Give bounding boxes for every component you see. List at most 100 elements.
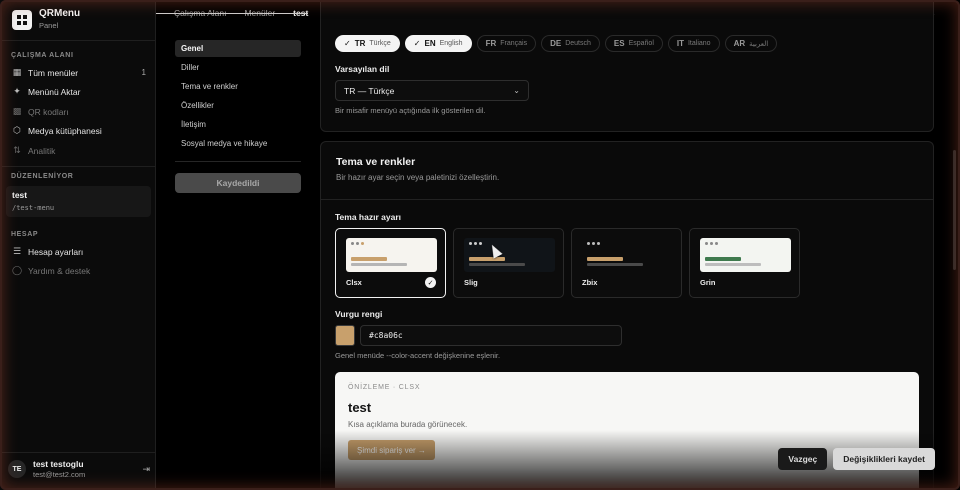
preset-swatch xyxy=(700,238,791,272)
preset-card-zbix[interactable]: Zbix xyxy=(571,228,682,298)
cancel-button[interactable]: Vazgeç xyxy=(778,448,828,470)
default-language-label: Varsayılan dil xyxy=(335,64,390,74)
preview-description: Kısa açıklama burada görünecek. xyxy=(348,420,468,429)
editing-menu-path: /test-menu xyxy=(12,204,55,212)
accent-color-label: Vurgu rengi xyxy=(335,309,383,319)
accent-color-swatch[interactable] xyxy=(335,325,355,346)
theme-panel-header: Tema ve renkler Bir hazır ayar seçin vey… xyxy=(321,142,933,200)
settings-tab-theme[interactable]: Tema ve renkler xyxy=(175,78,301,95)
settings-tab-features[interactable]: Özellikler xyxy=(175,97,301,114)
preset-text-bar xyxy=(705,263,761,266)
theme-presets: Clsx ✓ Slig Zbix Grin xyxy=(335,228,800,298)
settings-tab-contact[interactable]: İletişim xyxy=(175,116,301,133)
preset-swatch xyxy=(346,238,437,272)
language-name: English xyxy=(439,40,463,47)
footer-actions: Vazgeç Değişiklikleri kaydet xyxy=(778,448,935,470)
sidebar-item-help[interactable]: ◯ Yardım & destek xyxy=(8,262,150,279)
app-subtitle: Panel xyxy=(39,21,59,30)
grid-icon: ▦ xyxy=(12,67,22,77)
language-code: TR xyxy=(354,39,366,48)
sidebar-item-account-settings[interactable]: ☰ Hesap ayarları xyxy=(8,243,150,260)
user-profile[interactable]: TE test testoglu test@test2.com ⇥ xyxy=(8,459,150,479)
saved-button[interactable]: Kaydedildi xyxy=(175,173,301,193)
sidebar-item-analytics[interactable]: ⇅ Analitik xyxy=(8,142,150,159)
sidebar-item-label: Analitik xyxy=(28,145,56,156)
sidebar-item-qr-codes[interactable]: ▩ QR kodları xyxy=(8,103,150,120)
language-name: Türkçe xyxy=(369,40,391,47)
section-account: HESAP xyxy=(11,231,39,238)
breadcrumb-strike xyxy=(156,13,309,14)
settings-icon: ☰ xyxy=(12,246,22,256)
preset-name: Clsx xyxy=(346,278,362,287)
scrollbar[interactable] xyxy=(953,150,956,270)
app-name: QRMenu xyxy=(39,8,81,19)
preset-dots xyxy=(705,242,718,245)
preview-tag: ÖNİZLEME · CLSX xyxy=(348,384,421,391)
language-name: Français xyxy=(500,40,528,47)
default-language-select[interactable]: TR — Türkçe ⌄ xyxy=(335,80,529,101)
divider xyxy=(0,452,156,453)
breadcrumb: Çalışma Alanı Menüler test xyxy=(156,8,309,18)
accent-color-value: #c8a06c xyxy=(369,331,403,340)
language-code: ES xyxy=(613,39,625,48)
theme-preset-label: Tema hazır ayarı xyxy=(335,212,401,222)
language-chip-it[interactable]: IT Italiano xyxy=(667,35,720,52)
accent-color-input[interactable]: #c8a06c xyxy=(360,325,622,346)
settings-tab-languages[interactable]: Diller xyxy=(175,59,301,76)
brand[interactable]: QRMenu Panel xyxy=(12,8,80,31)
qr-icon: ▩ xyxy=(12,106,22,116)
theme-subtitle: Bir hazır ayar seçin veya paletinizi öze… xyxy=(336,173,500,182)
section-editing: DÜZENLENİYOR xyxy=(11,173,74,180)
user-email: test@test2.com xyxy=(33,470,86,479)
sidebar-item-label: Menünü Aktar xyxy=(28,86,81,97)
sidebar-item-label: Tüm menüler xyxy=(28,67,79,78)
preset-accent-bar xyxy=(705,257,741,261)
preset-card-clsx[interactable]: Clsx ✓ xyxy=(335,228,446,298)
preset-accent-bar xyxy=(469,257,505,261)
preset-dots xyxy=(587,242,600,245)
settings-tab-general[interactable]: Genel xyxy=(175,40,301,57)
settings-nav: Genel Diller Tema ve renkler Özellikler … xyxy=(175,40,301,162)
language-chip-ar[interactable]: AR العربية xyxy=(724,35,778,52)
sidebar-item-import-menu[interactable]: ✦ Menünü Aktar xyxy=(8,83,150,100)
preview-title: test xyxy=(348,400,372,415)
preset-card-slig[interactable]: Slig xyxy=(453,228,564,298)
check-icon: ✓ xyxy=(344,39,351,48)
preset-card-grin[interactable]: Grin xyxy=(689,228,800,298)
language-chip-tr[interactable]: ✓ TR Türkçe xyxy=(335,35,400,52)
sidebar-item-label: QR kodları xyxy=(28,106,69,117)
preset-text-bar xyxy=(587,263,643,266)
editing-menu-card[interactable]: test /test-menu xyxy=(6,186,151,217)
language-chip-es[interactable]: ES Español xyxy=(604,35,663,52)
sidebar-item-media-library[interactable]: ⬡ Medya kütüphanesi xyxy=(8,122,150,139)
language-name: Italiano xyxy=(687,40,711,47)
divider xyxy=(0,166,156,167)
language-chip-fr[interactable]: FR Français xyxy=(476,35,537,52)
avatar: TE xyxy=(8,460,26,478)
sidebar-item-label: Hesap ayarları xyxy=(28,246,84,257)
theme-title: Tema ve renkler xyxy=(336,156,416,168)
preset-text-bar xyxy=(351,263,407,266)
chevron-down-icon: ⌄ xyxy=(513,86,520,95)
check-icon: ✓ xyxy=(425,277,436,288)
accent-color-hint: Genel menüde --color-accent değişkenine … xyxy=(335,351,501,360)
editing-menu-name: test xyxy=(12,190,28,200)
save-changes-button[interactable]: Değişiklikleri kaydet xyxy=(833,448,935,470)
language-name: Español xyxy=(628,40,654,47)
default-language-value: TR — Türkçe xyxy=(344,85,395,96)
logout-icon[interactable]: ⇥ xyxy=(142,464,150,475)
preset-dots xyxy=(469,242,482,245)
preset-accent-bar xyxy=(587,257,623,261)
sidebar-item-all-menus[interactable]: ▦ Tüm menüler 1 xyxy=(8,64,150,81)
settings-tab-social[interactable]: Sosyal medya ve hikaye xyxy=(175,135,301,152)
language-code: FR xyxy=(485,39,497,48)
divider xyxy=(0,40,156,41)
menu-count: 1 xyxy=(141,68,146,77)
sidebar: QRMenu Panel ÇALIŞMA ALANI ▦ Tüm menüler… xyxy=(0,0,156,490)
language-code: IT xyxy=(676,39,684,48)
sidebar-item-label: Medya kütüphanesi xyxy=(28,125,102,136)
preset-dots xyxy=(351,242,364,245)
language-chip-en[interactable]: ✓ EN English xyxy=(404,35,472,52)
language-chip-de[interactable]: DE Deutsch xyxy=(541,35,600,52)
preset-swatch xyxy=(464,238,555,272)
